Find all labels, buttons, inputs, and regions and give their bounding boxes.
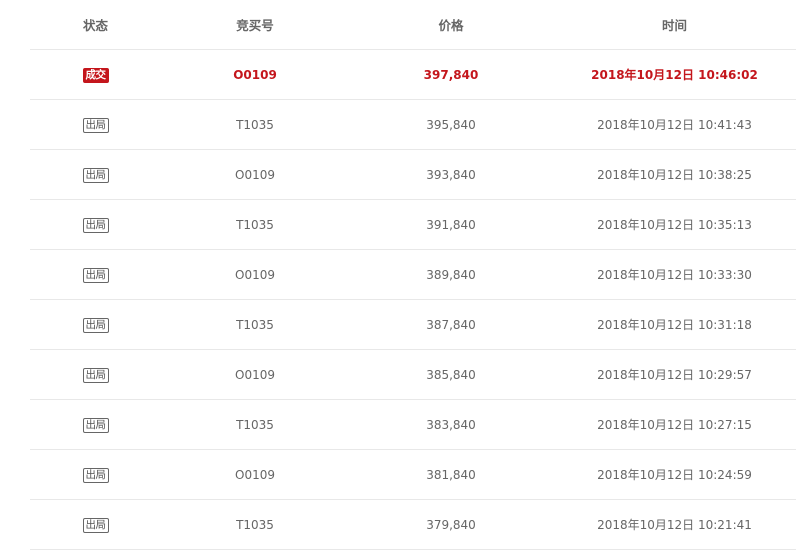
- status-badge-out: 出局: [82, 317, 109, 333]
- status-badge-out: 出局: [82, 367, 109, 383]
- bidder-number: O0109: [235, 467, 275, 482]
- bidder-number: T1035: [236, 417, 274, 432]
- table-row: 出局 T1035 383,840 2018年10月12日 10:27:15: [30, 400, 796, 450]
- bidder-number: O0109: [233, 67, 277, 82]
- bid-time: 2018年10月12日 10:24:59: [597, 468, 752, 482]
- status-badge-out: 出局: [82, 517, 109, 533]
- bid-time: 2018年10月12日 10:27:15: [597, 418, 752, 432]
- bidder-number: O0109: [235, 367, 275, 382]
- header-bidder-number: 竞买号: [236, 18, 274, 33]
- status-badge-out: 出局: [82, 467, 109, 483]
- bid-time: 2018年10月12日 10:33:30: [597, 268, 752, 282]
- bid-price: 393,840: [426, 167, 476, 182]
- status-badge-out: 出局: [82, 267, 109, 283]
- bid-price: 385,840: [426, 367, 476, 382]
- bid-history-table: 状态 竞买号 价格 时间 成交 O0109 397,840 2018年10月12…: [30, 0, 796, 550]
- bidder-number: T1035: [236, 117, 274, 132]
- header-time: 时间: [661, 18, 687, 33]
- bid-price: 381,840: [426, 467, 476, 482]
- bid-price: 387,840: [426, 317, 476, 332]
- bidder-number: O0109: [235, 267, 275, 282]
- bid-price: 395,840: [426, 117, 476, 132]
- table-row: 成交 O0109 397,840 2018年10月12日 10:46:02: [30, 50, 796, 100]
- status-badge-out: 出局: [82, 167, 109, 183]
- status-badge-sold: 成交: [82, 67, 109, 83]
- bid-time: 2018年10月12日 10:35:13: [597, 218, 752, 232]
- status-badge-out: 出局: [82, 417, 109, 433]
- bid-time: 2018年10月12日 10:46:02: [591, 68, 758, 82]
- bid-time: 2018年10月12日 10:41:43: [597, 118, 752, 132]
- bidder-number: T1035: [236, 517, 274, 532]
- table-header: 状态 竞买号 价格 时间: [30, 0, 796, 50]
- bid-time: 2018年10月12日 10:31:18: [597, 318, 752, 332]
- bid-price: 389,840: [426, 267, 476, 282]
- header-price: 价格: [438, 18, 464, 33]
- table-row: 出局 O0109 385,840 2018年10月12日 10:29:57: [30, 350, 796, 400]
- table-row: 出局 O0109 381,840 2018年10月12日 10:24:59: [30, 450, 796, 500]
- table-row: 出局 O0109 389,840 2018年10月12日 10:33:30: [30, 250, 796, 300]
- table-row: 出局 T1035 391,840 2018年10月12日 10:35:13: [30, 200, 796, 250]
- table-row: 出局 T1035 379,840 2018年10月12日 10:21:41: [30, 500, 796, 550]
- table-row: 出局 T1035 387,840 2018年10月12日 10:31:18: [30, 300, 796, 350]
- table-row: 出局 T1035 395,840 2018年10月12日 10:41:43: [30, 100, 796, 150]
- bid-price: 391,840: [426, 217, 476, 232]
- bid-time: 2018年10月12日 10:21:41: [597, 518, 752, 532]
- status-badge-out: 出局: [82, 217, 109, 233]
- bid-time: 2018年10月12日 10:29:57: [597, 368, 752, 382]
- header-status: 状态: [82, 18, 108, 33]
- bid-time: 2018年10月12日 10:38:25: [597, 168, 752, 182]
- bid-price: 397,840: [423, 67, 479, 82]
- bidder-number: O0109: [235, 167, 275, 182]
- status-badge-out: 出局: [82, 117, 109, 133]
- bidder-number: T1035: [236, 317, 274, 332]
- bid-price: 379,840: [426, 517, 476, 532]
- bid-price: 383,840: [426, 417, 476, 432]
- bidder-number: T1035: [236, 217, 274, 232]
- table-row: 出局 O0109 393,840 2018年10月12日 10:38:25: [30, 150, 796, 200]
